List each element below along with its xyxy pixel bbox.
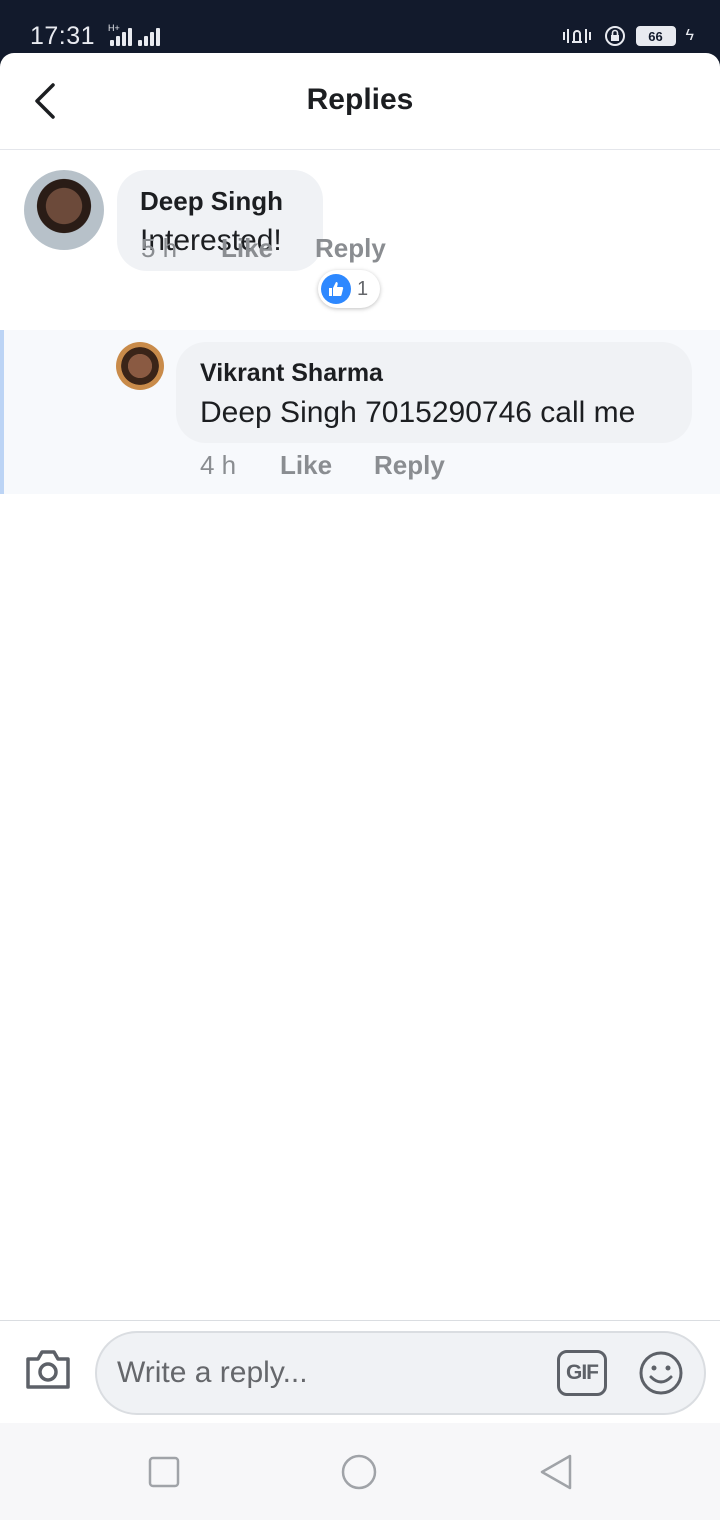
- comment-actions: 5 h Like Reply: [141, 233, 428, 264]
- comment-author[interactable]: Deep Singh: [140, 186, 283, 217]
- reply-button[interactable]: Reply: [374, 450, 445, 481]
- reply-button[interactable]: Reply: [315, 233, 386, 264]
- status-time: 17:31: [30, 22, 96, 50]
- smiley-icon: [639, 1351, 683, 1395]
- signal-icon: [138, 26, 160, 46]
- header: Replies: [0, 53, 720, 150]
- recents-icon[interactable]: [148, 1456, 180, 1488]
- reply-author[interactable]: Vikrant Sharma: [200, 359, 383, 388]
- signal-icon: [110, 26, 132, 46]
- reply-bubble[interactable]: Vikrant Sharma Deep Singh 7015290746 cal…: [176, 342, 692, 443]
- system-nav-bar: [0, 1423, 720, 1520]
- avatar[interactable]: [24, 170, 104, 250]
- battery-icon: 66: [635, 26, 676, 46]
- comment-time: 5 h: [141, 233, 178, 263]
- like-button[interactable]: Like: [221, 233, 273, 264]
- reply-input-box[interactable]: GIF: [95, 1331, 706, 1415]
- status-icons: 66 ϟ: [560, 24, 694, 48]
- reaction-badge[interactable]: 1: [318, 270, 380, 308]
- vibrate-icon: [562, 29, 591, 43]
- emoji-button[interactable]: [637, 1349, 685, 1397]
- lock-rotation-icon: [604, 26, 625, 46]
- reply-comment: Vikrant Sharma Deep Singh 7015290746 cal…: [0, 330, 720, 494]
- gif-button[interactable]: GIF: [557, 1350, 607, 1396]
- home-icon[interactable]: [340, 1453, 378, 1491]
- page-title: Replies: [306, 83, 414, 116]
- charging-icon: ϟ: [685, 27, 694, 44]
- camera-button[interactable]: [24, 1347, 72, 1391]
- reply-composer: GIF: [0, 1320, 720, 1423]
- thumbs-up-icon: [321, 274, 351, 304]
- avatar[interactable]: [116, 342, 164, 390]
- reply-input[interactable]: [117, 1353, 537, 1393]
- status-bar: 17:31 H+ 66 ϟ: [0, 0, 720, 60]
- reply-text: Deep Singh 7015290746 call me: [200, 396, 636, 429]
- back-nav-icon[interactable]: [538, 1453, 574, 1491]
- like-button[interactable]: Like: [280, 450, 332, 481]
- camera-icon: [26, 1350, 70, 1389]
- reaction-count: 1: [357, 277, 369, 300]
- replies-sheet: Replies Deep Singh Interested! 1 5 h Lik…: [0, 53, 720, 1423]
- reply-actions: 4 h Like Reply: [200, 450, 487, 481]
- reply-time: 4 h: [200, 450, 237, 480]
